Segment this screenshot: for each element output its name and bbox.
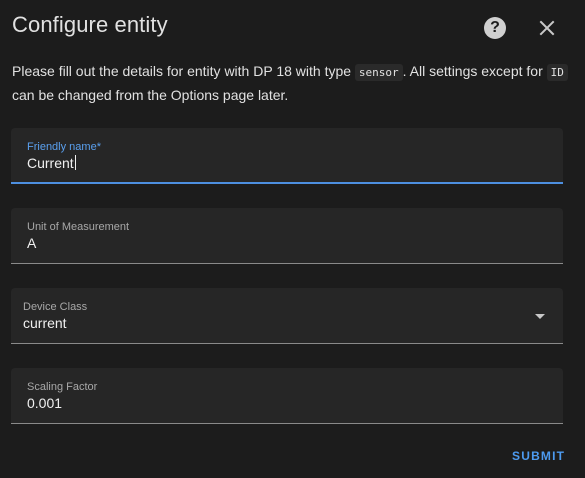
close-icon[interactable] xyxy=(536,17,558,39)
type-code: sensor xyxy=(354,64,403,81)
submit-button[interactable]: SUBMIT xyxy=(512,449,565,463)
help-icon[interactable]: ? xyxy=(484,17,506,39)
unit-of-measurement-label: Unit of Measurement xyxy=(27,221,130,233)
unit-of-measurement-input[interactable]: A xyxy=(27,235,36,251)
device-class-select[interactable]: Device Class current xyxy=(11,288,563,344)
dialog-title: Configure entity xyxy=(12,12,168,37)
friendly-name-input[interactable]: Current xyxy=(27,155,76,171)
id-code: ID xyxy=(546,64,568,81)
scaling-factor-label: Scaling Factor xyxy=(27,381,98,393)
dropdown-arrow-icon[interactable] xyxy=(535,314,545,319)
dialog-description: Please fill out the details for entity w… xyxy=(12,60,572,106)
device-class-value[interactable]: current xyxy=(23,315,67,331)
scaling-factor-input[interactable]: 0.001 xyxy=(27,395,62,411)
friendly-name-field[interactable]: Friendly name* Current xyxy=(11,128,563,184)
device-class-label: Device Class xyxy=(23,301,88,313)
friendly-name-label: Friendly name* xyxy=(27,141,101,153)
configure-entity-dialog: Configure entity ? Please fill out the d… xyxy=(0,0,585,478)
scaling-factor-field[interactable]: Scaling Factor 0.001 xyxy=(11,368,563,424)
text-caret xyxy=(74,155,76,170)
unit-of-measurement-field[interactable]: Unit of Measurement A xyxy=(11,208,563,264)
